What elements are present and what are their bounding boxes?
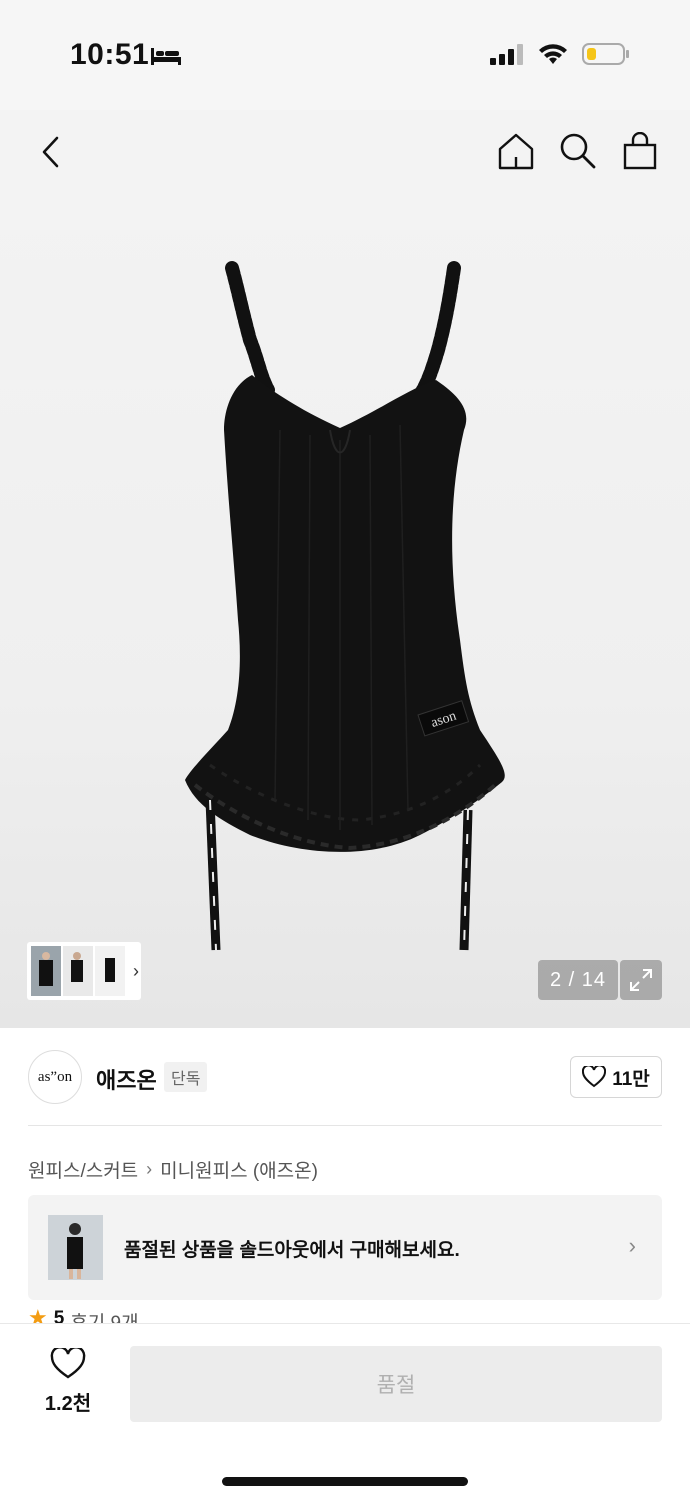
battery-icon	[582, 42, 630, 71]
soldout-button[interactable]: 품절	[130, 1346, 662, 1422]
banner-text: 품절된 상품을 솔드아웃에서 구매해보세요.	[124, 1240, 460, 1261]
chevron-right-icon: ›	[628, 1233, 636, 1258]
brand-logo[interactable]: as”on	[28, 1050, 82, 1104]
bag-icon[interactable]	[620, 130, 660, 172]
breadcrumb-subcategory[interactable]: 미니원피스 (애즈온)	[160, 1156, 318, 1183]
chevron-right-icon[interactable]: ›	[133, 961, 139, 982]
breadcrumb-category[interactable]: 원피스/스커트	[28, 1156, 138, 1183]
bed-icon	[150, 46, 182, 71]
heart-icon	[50, 1346, 86, 1379]
home-icon[interactable]	[496, 130, 536, 172]
breadcrumb: 원피스/스커트 › 미니원피스 (애즈온)	[28, 1156, 318, 1183]
soldout-banner[interactable]: 품절된 상품을 솔드아웃에서 구매해보세요. ›	[28, 1195, 662, 1300]
search-icon[interactable]	[558, 130, 598, 172]
product-image-gallery[interactable]: ason › 2 / 14	[0, 200, 690, 1028]
divider	[28, 1125, 662, 1126]
exclusive-badge: 단독	[164, 1062, 208, 1092]
expand-icon[interactable]	[620, 960, 662, 1000]
brand-name[interactable]: 애즈온	[96, 1063, 157, 1095]
wish-button[interactable]: 1.2천	[28, 1346, 108, 1416]
status-time: 10:51	[70, 38, 150, 71]
thumbnail-3[interactable]	[95, 946, 125, 996]
thumbnail-1[interactable]	[31, 946, 61, 996]
wish-count: 1.2천	[44, 1393, 92, 1415]
bottom-action-bar: 1.2천 품절	[0, 1323, 690, 1500]
back-icon[interactable]	[30, 132, 70, 172]
wifi-icon	[538, 43, 568, 70]
thumbnail-strip[interactable]: ›	[27, 942, 141, 1000]
image-counter: 2 / 14	[538, 960, 618, 1000]
banner-thumbnail	[48, 1215, 103, 1280]
product-image: ason	[185, 261, 505, 951]
home-indicator	[222, 1477, 468, 1486]
brand-like-button[interactable]: 11만	[570, 1056, 662, 1098]
top-nav	[0, 110, 690, 200]
chevron-right-icon: ›	[146, 1159, 153, 1179]
brand-row: as”on 애즈온 단독 11만	[28, 1050, 662, 1104]
brand-like-count: 11만	[612, 1068, 650, 1090]
status-bar: 10:51	[0, 0, 690, 110]
signal-icon	[490, 43, 524, 70]
thumbnail-2[interactable]	[63, 946, 93, 996]
heart-icon	[582, 1066, 607, 1088]
